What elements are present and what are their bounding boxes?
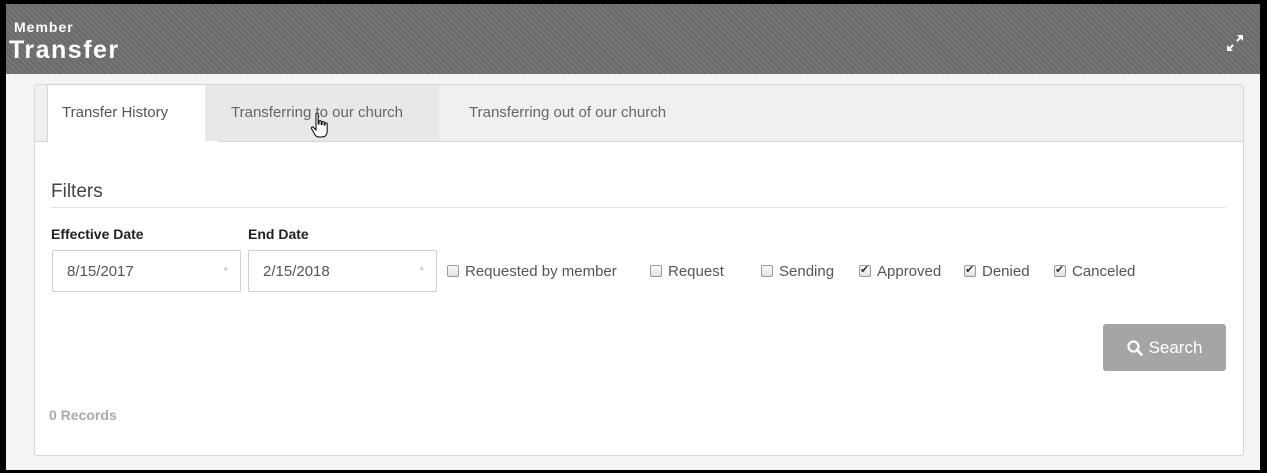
- required-asterisk: *: [223, 264, 228, 278]
- checkbox-canceled[interactable]: Canceled: [1054, 263, 1135, 280]
- checkbox-box[interactable]: [761, 265, 773, 277]
- checkbox-label: Canceled: [1072, 263, 1136, 280]
- search-button[interactable]: Search: [1103, 324, 1226, 371]
- page-header: Member Transfer: [6, 4, 1260, 74]
- checkbox-label: Approved: [877, 263, 942, 280]
- effective-date-input[interactable]: [53, 251, 193, 291]
- search-button-label: Search: [1148, 337, 1203, 357]
- checkbox-box-checked[interactable]: [1054, 263, 1066, 277]
- checkbox-request[interactable]: Request: [650, 263, 724, 280]
- page-subtitle: Member: [14, 19, 74, 35]
- page-title: Transfer: [9, 36, 120, 64]
- checkbox-denied[interactable]: Denied: [964, 263, 1030, 280]
- checkbox-box[interactable]: [447, 265, 459, 277]
- checkbox-label: Request: [668, 263, 724, 280]
- effective-date-label: Effective Date: [51, 226, 144, 242]
- end-date-field[interactable]: *: [248, 250, 437, 292]
- end-date-input[interactable]: [249, 251, 389, 291]
- filters-heading: Filters: [51, 181, 103, 202]
- checkbox-sending[interactable]: Sending: [761, 263, 834, 280]
- checkbox-label: Sending: [779, 263, 835, 280]
- required-asterisk: *: [419, 264, 424, 278]
- window-frame: Member Transfer Transfer History Transfe…: [6, 4, 1260, 470]
- transfer-panel: Transfer History Transferring to our chu…: [34, 84, 1244, 456]
- records-count: 0 Records: [49, 407, 117, 423]
- effective-date-field[interactable]: *: [52, 250, 241, 292]
- search-icon: [1126, 339, 1143, 356]
- checkbox-requested-by-member[interactable]: Requested by member: [447, 263, 617, 280]
- checkbox-box-checked[interactable]: [964, 263, 976, 277]
- expand-icon[interactable]: [1224, 32, 1246, 54]
- checkbox-box[interactable]: [650, 265, 662, 277]
- tab-transfer-history[interactable]: Transfer History: [47, 85, 219, 142]
- tab-transferring-to-our-church[interactable]: Transferring to our church: [205, 85, 439, 141]
- tab-bar: Transfer History Transferring to our chu…: [35, 85, 1243, 142]
- checkbox-approved[interactable]: Approved: [859, 263, 941, 280]
- checkbox-box-checked[interactable]: [859, 263, 871, 277]
- filters-divider: [51, 207, 1226, 208]
- end-date-label: End Date: [248, 226, 309, 242]
- checkbox-label: Denied: [982, 263, 1030, 280]
- checkbox-label: Requested by member: [465, 263, 617, 280]
- tab-transferring-out-of-our-church[interactable]: Transferring out of our church: [455, 85, 680, 141]
